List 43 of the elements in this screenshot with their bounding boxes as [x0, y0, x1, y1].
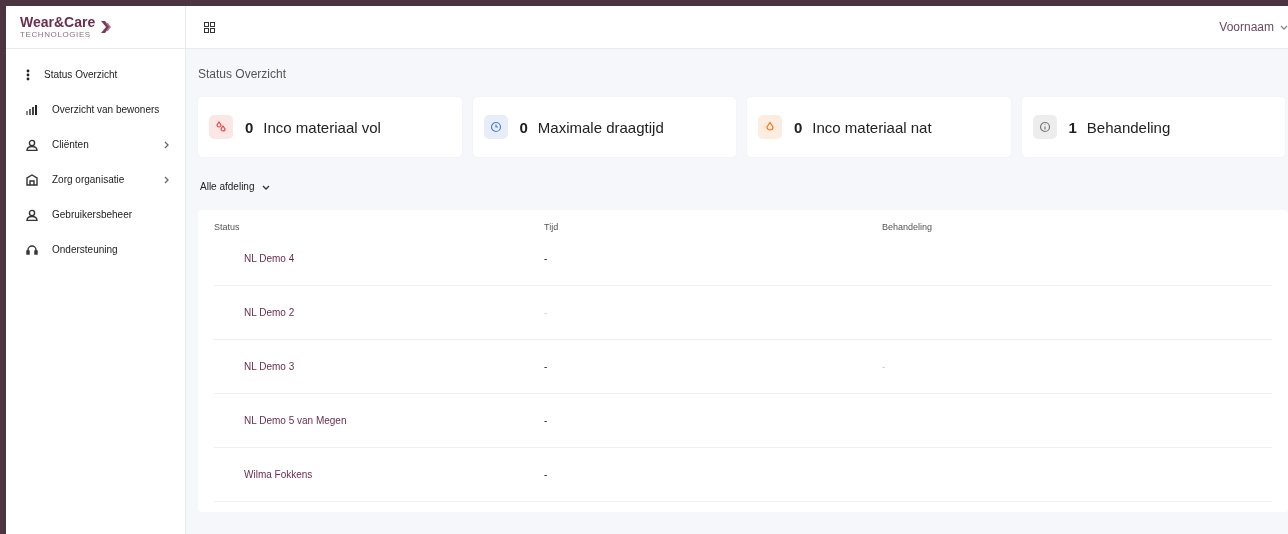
clock-icon: [489, 121, 502, 133]
user-icon: [26, 138, 38, 151]
department-dropdown[interactable]: Alle afdeling: [198, 181, 273, 192]
sidebar-item[interactable]: Overzicht van bewoners: [6, 92, 185, 127]
sidebar-item[interactable]: Gebruikersbeheer: [6, 197, 185, 232]
headset-icon: [26, 243, 38, 256]
drop-icon: [764, 121, 776, 133]
sidebar-item[interactable]: Zorg organisatie: [6, 162, 185, 197]
client-name[interactable]: NL Demo 2: [214, 307, 544, 318]
grid-icon[interactable]: [204, 21, 215, 33]
stat-text: 1 Behandeling: [1068, 118, 1171, 136]
column-header: Tijd: [544, 222, 560, 232]
chevron-icon: [162, 140, 170, 149]
user-icon: [26, 208, 38, 221]
time-cell-text: -: [544, 469, 549, 480]
column-header: Behandeling: [882, 222, 934, 232]
client-name[interactable]: NL Demo 3: [214, 361, 544, 372]
building-icon: [26, 173, 38, 186]
logo-mark-icon: [99, 20, 114, 34]
client-name[interactable]: NL Demo 4: [214, 253, 544, 264]
dots-icon: [26, 68, 30, 81]
sidebar-item[interactable]: Cliënten: [6, 127, 185, 162]
info-icon: [1038, 121, 1051, 133]
treatment-cell-text: -: [882, 361, 887, 372]
time-cell-text: -: [544, 361, 549, 372]
user-menu[interactable]: Voornaam: [1219, 20, 1288, 34]
sidebar-item[interactable]: Status Overzicht: [6, 57, 185, 92]
sidebar-item[interactable]: Ondersteuning: [6, 232, 185, 267]
chevron-icon: [162, 175, 170, 184]
chevron-icon: [1280, 23, 1288, 31]
column-header: Status: [214, 222, 241, 232]
logo: Wear&Care TECHNOLOGIES: [20, 15, 96, 39]
stat-text: 0 Maximale draagtijd: [519, 118, 664, 136]
stat-text: 0 Inco materiaal nat: [794, 118, 932, 136]
time-cell-text: -: [544, 415, 549, 426]
bar-chart-icon: [26, 104, 38, 115]
drops-icon: [215, 121, 227, 133]
time-cell-text: -: [544, 253, 549, 264]
stat-text: 0 Inco materiaal vol: [245, 118, 381, 136]
client-name[interactable]: NL Demo 5 van Megen: [214, 415, 544, 426]
client-name[interactable]: Wilma Fokkens: [214, 469, 544, 480]
time-cell-text: -: [544, 307, 549, 318]
page-title: Status Overzicht: [198, 67, 288, 81]
